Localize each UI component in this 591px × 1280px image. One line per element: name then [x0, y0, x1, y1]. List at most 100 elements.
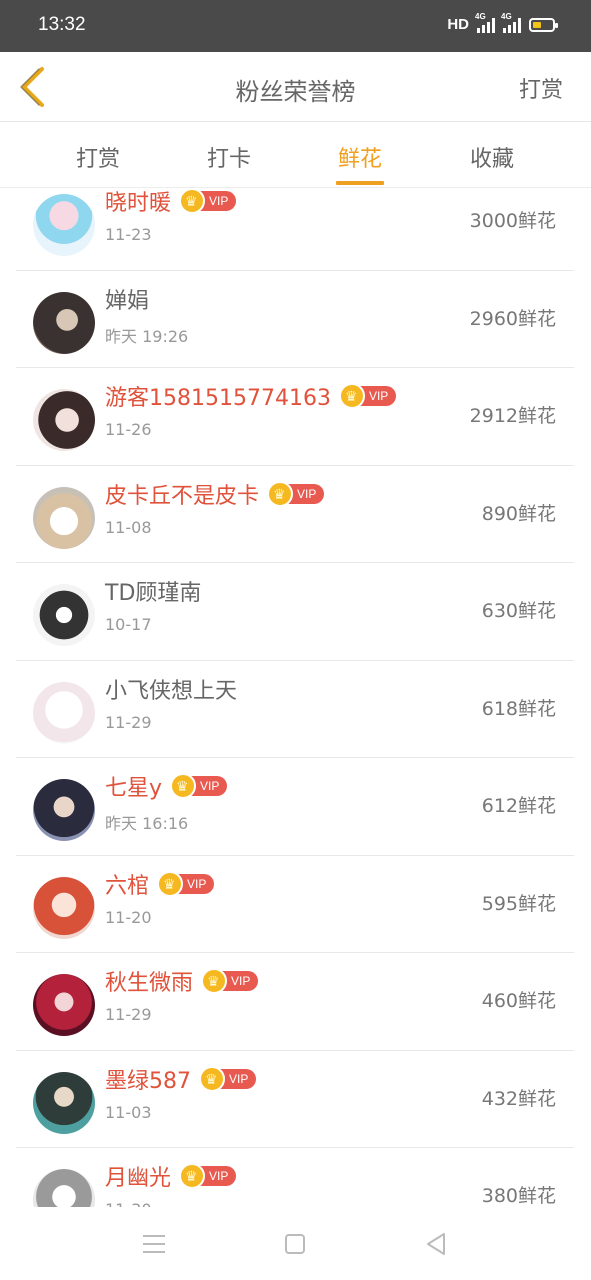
vip-badge: VIP: [179, 189, 237, 214]
avatar[interactable]: [33, 291, 95, 354]
back-triangle-icon[interactable]: [425, 1232, 447, 1256]
list-item[interactable]: 晓时暖 VIP 11-23 3000鲜花: [16, 189, 574, 271]
date-text: 11-03: [105, 1102, 152, 1122]
date-text: 11-08: [105, 517, 152, 537]
flower-amount: 630鲜花: [481, 600, 556, 622]
system-nav-bar: [0, 1207, 591, 1280]
vip-label: VIP: [200, 779, 220, 793]
status-time: 13:32: [38, 14, 86, 35]
header: 粉丝荣誉榜 打赏: [0, 52, 591, 122]
avatar[interactable]: [33, 876, 95, 939]
user-name: 婵娟: [105, 288, 150, 314]
user-name: 晓时暖: [105, 191, 172, 216]
avatar[interactable]: [33, 974, 95, 1036]
avatar[interactable]: [33, 486, 95, 549]
vip-label: VIP: [229, 1071, 249, 1086]
user-name: 皮卡丘不是皮卡: [105, 483, 260, 509]
name-line: TD顾瑾南: [105, 575, 201, 607]
avatar[interactable]: [33, 779, 95, 841]
vip-label: VIP: [187, 876, 207, 891]
reward-button[interactable]: 打赏: [519, 72, 563, 104]
name-line: 皮卡丘不是皮卡 VIP: [105, 478, 325, 510]
user-name: 六棺: [105, 873, 150, 899]
crown-icon: [267, 480, 294, 507]
hd-indicator: HD: [447, 16, 469, 33]
tab-flowers[interactable]: 鲜花: [315, 141, 405, 185]
vip-label: VIP: [209, 194, 229, 208]
avatar[interactable]: [33, 1071, 95, 1134]
date-text: 11-29: [105, 712, 152, 732]
user-name: 墨绿587: [105, 1068, 191, 1094]
signal-icon: 4G: [475, 12, 495, 33]
list-item[interactable]: 婵娟 昨天 19:26 2960鲜花: [16, 271, 574, 368]
flower-amount: 612鲜花: [481, 795, 556, 817]
crown-icon: [179, 189, 206, 214]
crown-icon: [201, 968, 228, 994]
date-text: 11-23: [105, 225, 152, 244]
list-item[interactable]: 游客1581515774163 VIP 11-26 2912鲜花: [16, 368, 574, 466]
name-line: 秋生微雨 VIP: [105, 965, 259, 997]
user-name: 游客1581515774163: [105, 386, 331, 411]
avatar[interactable]: [33, 584, 95, 646]
vip-badge: VIP: [199, 1065, 257, 1092]
name-line: 婵娟: [105, 283, 149, 315]
vip-badge: VIP: [157, 870, 215, 897]
flower-amount: 460鲜花: [481, 990, 556, 1012]
tab-reward[interactable]: 打赏: [53, 141, 143, 173]
user-name: 小飞侠想上天: [105, 678, 238, 704]
crown-icon: [199, 1065, 225, 1092]
menu-icon[interactable]: [143, 1235, 165, 1253]
status-bar: 13:32 HD 4G 4G: [0, 0, 591, 52]
tab-checkin[interactable]: 打卡: [184, 141, 274, 173]
list-item[interactable]: 月幽光 VIP 11-30 380鲜花: [16, 1148, 574, 1207]
vip-badge: VIP: [201, 968, 259, 994]
battery-icon: [529, 17, 558, 32]
page-title: 粉丝荣誉榜: [235, 78, 356, 106]
date-text: 昨天 19:26: [105, 326, 189, 346]
vip-badge: VIP: [170, 773, 228, 799]
crown-icon: [170, 773, 197, 799]
name-line: 墨绿587 VIP: [105, 1063, 257, 1095]
vip-label: VIP: [297, 486, 317, 501]
user-name: 月幽光: [105, 1166, 172, 1191]
list-item[interactable]: 皮卡丘不是皮卡 VIP 11-08 890鲜花: [16, 466, 574, 563]
name-line: 小飞侠想上天: [105, 673, 237, 705]
user-name: TD顾瑾南: [105, 581, 202, 606]
signal-1-label: 4G: [475, 11, 486, 21]
crown-icon: [157, 870, 184, 897]
avatar[interactable]: [33, 389, 95, 451]
list-item[interactable]: 六棺 VIP 11-20 595鲜花: [16, 856, 574, 953]
vip-badge: VIP: [267, 480, 325, 507]
list-item[interactable]: 秋生微雨 VIP 11-29 460鲜花: [16, 953, 574, 1051]
date-text: 11-29: [105, 1005, 152, 1024]
crown-icon: [338, 383, 365, 409]
fan-ranking-list[interactable]: 晓时暖 VIP 11-23 3000鲜花婵娟昨天 19:26 2960鲜花游客15815…: [0, 189, 591, 1207]
name-line: 七星y VIP: [105, 770, 228, 802]
home-icon[interactable]: [285, 1234, 305, 1254]
flower-amount: 595鲜花: [481, 892, 556, 915]
name-line: 游客1581515774163 VIP: [105, 380, 397, 412]
user-name: 七星y: [105, 776, 163, 801]
name-line: 六棺 VIP: [105, 868, 215, 900]
name-line: 月幽光 VIP: [105, 1160, 237, 1192]
flower-amount: 2912鲜花: [469, 405, 556, 427]
vip-badge: VIP: [338, 383, 397, 409]
flower-amount: 3000鲜花: [469, 210, 556, 232]
date-text: 昨天 16:16: [105, 814, 189, 833]
list-item[interactable]: 七星y VIP 昨天 16:16 612鲜花: [16, 758, 574, 856]
date-text: 10-17: [105, 615, 152, 634]
list-item[interactable]: TD顾瑾南 10-17 630鲜花: [16, 563, 574, 661]
avatar[interactable]: [33, 681, 95, 744]
list-item[interactable]: 墨绿587 VIP 11-03 432鲜花: [16, 1051, 574, 1148]
flower-amount: 618鲜花: [481, 697, 556, 720]
tab-favorites[interactable]: 收藏: [447, 141, 537, 173]
vip-badge: VIP: [179, 1163, 237, 1189]
flower-amount: 890鲜花: [481, 502, 556, 525]
avatar[interactable]: [33, 194, 95, 256]
vip-label: VIP: [368, 389, 389, 403]
list-item[interactable]: 小飞侠想上天 11-29 618鲜花: [16, 661, 574, 758]
vip-label: VIP: [209, 1169, 229, 1183]
vip-label: VIP: [231, 974, 251, 988]
signal-2-label: 4G: [501, 11, 512, 21]
avatar[interactable]: [33, 1169, 95, 1207]
